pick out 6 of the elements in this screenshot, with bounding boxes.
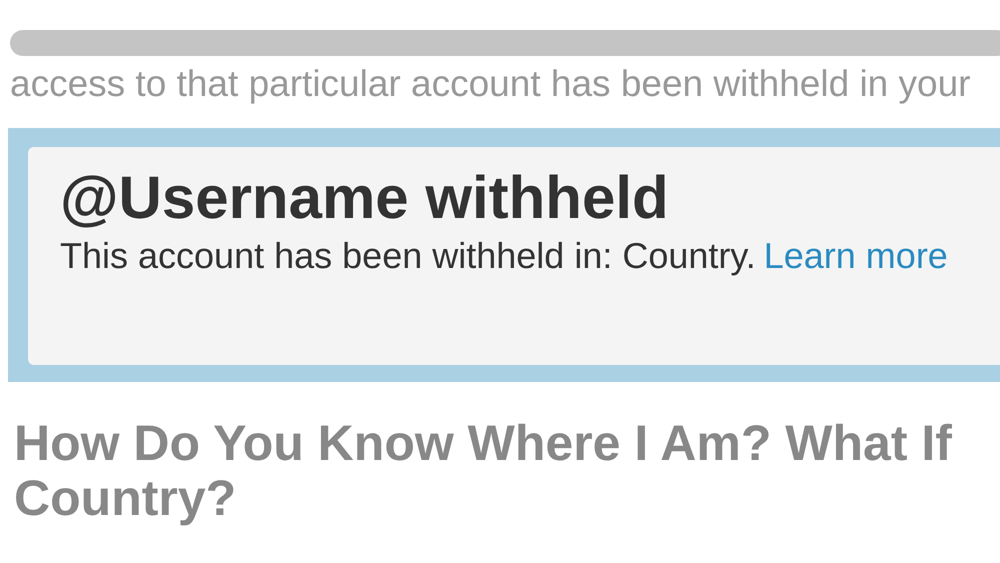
section-heading: Country? — [14, 471, 238, 526]
learn-more-link[interactable]: Learn more — [764, 235, 948, 276]
body-text: access to that particular account has been withheld in your — [10, 62, 972, 106]
notice-message: This account has been withheld in: Country. — [60, 235, 756, 276]
notice-title: @Username withheld — [60, 165, 670, 232]
section-heading: How Do You Know Where I Am? What If — [14, 416, 953, 472]
